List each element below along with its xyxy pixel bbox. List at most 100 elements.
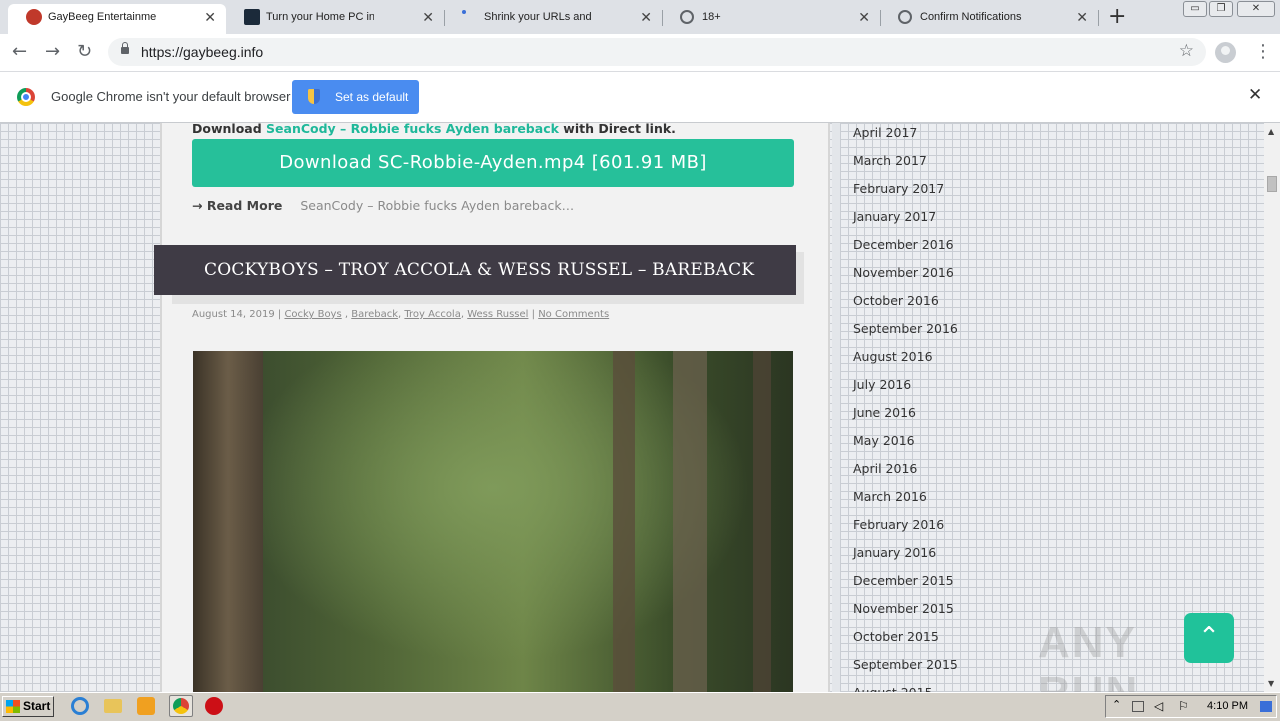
lock-icon[interactable] [121, 42, 129, 54]
start-button[interactable]: Start [2, 696, 54, 717]
url-text[interactable]: https://gaybeeg.info [141, 38, 263, 66]
scroll-thumb[interactable] [1267, 176, 1277, 192]
tab-separator [1098, 10, 1099, 26]
chrome-icon[interactable] [169, 695, 193, 717]
tab-close-icon[interactable]: ✕ [1076, 4, 1088, 30]
download-file-button[interactable]: Download SC-Robbie-Ayden.mp4 [601.91 MB] [192, 139, 794, 187]
back-button[interactable]: ← [12, 41, 27, 62]
uac-shield-icon [308, 89, 320, 104]
archive-link[interactable]: September 2015 [840, 657, 1000, 685]
chrome-menu-icon[interactable]: ⋮ [1254, 41, 1272, 62]
archive-link[interactable]: October 2015 [840, 629, 1000, 657]
infobar-message: Google Chrome isn't your default browser [51, 89, 291, 104]
folder-icon[interactable] [104, 699, 122, 713]
post-featured-image[interactable] [193, 351, 793, 692]
post-title[interactable]: COCKYBOYS – TROY ACCOLA & WESS RUSSEL – … [154, 245, 796, 295]
tab-confirm-notifications[interactable]: Confirm Notifications ✕ [880, 4, 1098, 34]
tab-close-icon[interactable]: ✕ [640, 4, 652, 30]
category-link[interactable]: Cocky Boys [284, 309, 341, 320]
tab-strip: GayBeeg Entertainment - Gay Porn ✕ Turn … [0, 0, 1280, 34]
windows-taskbar: Start ⌃ ◁ ⚐ 4:10 PM [0, 692, 1280, 721]
windows-flag-icon [6, 700, 20, 713]
archive-link[interactable]: May 2016 [840, 433, 1000, 461]
archive-link[interactable]: December 2015 [840, 573, 1000, 601]
restore-button[interactable]: ❐ [1209, 1, 1233, 17]
tab-title: Shrink your URLs and get paid! [484, 11, 592, 23]
archive-link[interactable]: April 2016 [840, 461, 1000, 489]
tree-trunk [753, 351, 771, 692]
comments-link[interactable]: No Comments [538, 309, 609, 320]
profile-avatar-icon[interactable] [1215, 42, 1236, 63]
read-more-post-title[interactable]: SeanCody – Robbie fucks Ayden bareback… [300, 198, 574, 213]
tab-title: GayBeeg Entertainment - Gay Porn [48, 11, 156, 23]
download-post-link[interactable]: SeanCody – Robbie fucks Ayden bareback [266, 123, 559, 136]
archive-link[interactable]: January 2017 [840, 209, 1000, 237]
show-desktop-icon[interactable] [1260, 701, 1272, 712]
globe-icon [898, 10, 912, 24]
tab-close-icon[interactable]: ✕ [858, 4, 870, 30]
category-link[interactable]: Troy Accola [404, 309, 460, 320]
tab-bitcoin[interactable]: Turn your Home PC into a Bitcoin ✕ [226, 4, 444, 34]
chrome-logo-icon [17, 88, 35, 106]
archive-link[interactable]: November 2015 [840, 601, 1000, 629]
archive-link[interactable]: August 2015 [840, 685, 1000, 692]
minimize-button[interactable]: ▭ [1183, 1, 1207, 17]
archive-link[interactable]: January 2016 [840, 545, 1000, 573]
read-more-link[interactable]: → Read More [192, 198, 282, 213]
archive-link[interactable]: April 2017 [840, 125, 1000, 153]
meta-comma: , [341, 309, 352, 320]
bookmark-star-icon[interactable]: ☆ [1179, 41, 1194, 61]
set-as-default-label: Set as default [335, 90, 409, 104]
tab-shrink-urls[interactable]: Shrink your URLs and get paid! ✕ [444, 4, 662, 34]
archive-link[interactable]: February 2016 [840, 517, 1000, 545]
ie-icon[interactable] [71, 697, 89, 715]
archive-link[interactable]: February 2017 [840, 181, 1000, 209]
address-bar[interactable]: https://gaybeeg.info ☆ [108, 38, 1206, 66]
tree-trunk [193, 351, 263, 692]
globe-icon [680, 10, 694, 24]
network-icon[interactable] [1132, 701, 1144, 712]
category-link[interactable]: Bareback [351, 309, 398, 320]
vertical-scrollbar[interactable]: ▲ ▼ [1264, 123, 1280, 692]
archive-link[interactable]: December 2016 [840, 237, 1000, 265]
opera-icon[interactable] [205, 697, 223, 715]
chrome-logo-icon [173, 698, 189, 714]
infobar-close-button[interactable]: ✕ [1248, 85, 1262, 105]
archive-link[interactable]: July 2016 [840, 377, 1000, 405]
tab-close-icon[interactable]: ✕ [422, 4, 434, 30]
sidebar-divider [832, 123, 840, 692]
scroll-up-arrow-icon[interactable]: ▲ [1268, 127, 1274, 136]
tab-close-icon[interactable]: ✕ [204, 4, 216, 30]
tray-expand-icon[interactable]: ⌃ [1112, 698, 1121, 711]
archive-link[interactable]: November 2016 [840, 265, 1000, 293]
taskbar-clock[interactable]: 4:10 PM [1207, 696, 1248, 717]
post-meta: August 14, 2019 | Cocky Boys , Bareback,… [192, 309, 609, 320]
archive-list: April 2017 March 2017 February 2017 January… [840, 125, 1000, 692]
tab-title: 18+ [702, 11, 721, 23]
tree-trunk [613, 351, 635, 692]
media-player-icon[interactable] [137, 697, 155, 715]
reload-button[interactable]: ↻ [77, 41, 92, 62]
start-label: Start [23, 699, 51, 713]
archive-link[interactable]: October 2016 [840, 293, 1000, 321]
archive-link[interactable]: March 2017 [840, 153, 1000, 181]
action-center-flag-icon[interactable]: ⚐ [1178, 699, 1189, 713]
volume-icon[interactable]: ◁ [1154, 699, 1163, 713]
scroll-down-arrow-icon[interactable]: ▼ [1268, 679, 1274, 688]
tab-gaybeeg[interactable]: GayBeeg Entertainment - Gay Porn ✕ [8, 4, 226, 34]
gaybeeg-favicon-icon [26, 9, 42, 25]
archive-link[interactable]: August 2016 [840, 349, 1000, 377]
category-link[interactable]: Wess Russel [467, 309, 528, 320]
meta-separator: | [274, 309, 285, 320]
new-tab-button[interactable]: + [1108, 4, 1126, 29]
download-suffix: with Direct link. [558, 123, 676, 136]
archive-link[interactable]: September 2016 [840, 321, 1000, 349]
tab-18plus[interactable]: 18+ ✕ [662, 4, 880, 34]
scroll-to-top-button[interactable]: ⌃ [1184, 613, 1234, 663]
archive-link[interactable]: June 2016 [840, 405, 1000, 433]
window-close-button[interactable]: ✕ [1237, 1, 1275, 17]
archive-link[interactable]: March 2016 [840, 489, 1000, 517]
set-as-default-button[interactable]: Set as default [292, 80, 419, 114]
system-tray: ⌃ ◁ ⚐ 4:10 PM [1105, 695, 1277, 718]
forward-button[interactable]: → [45, 41, 60, 62]
